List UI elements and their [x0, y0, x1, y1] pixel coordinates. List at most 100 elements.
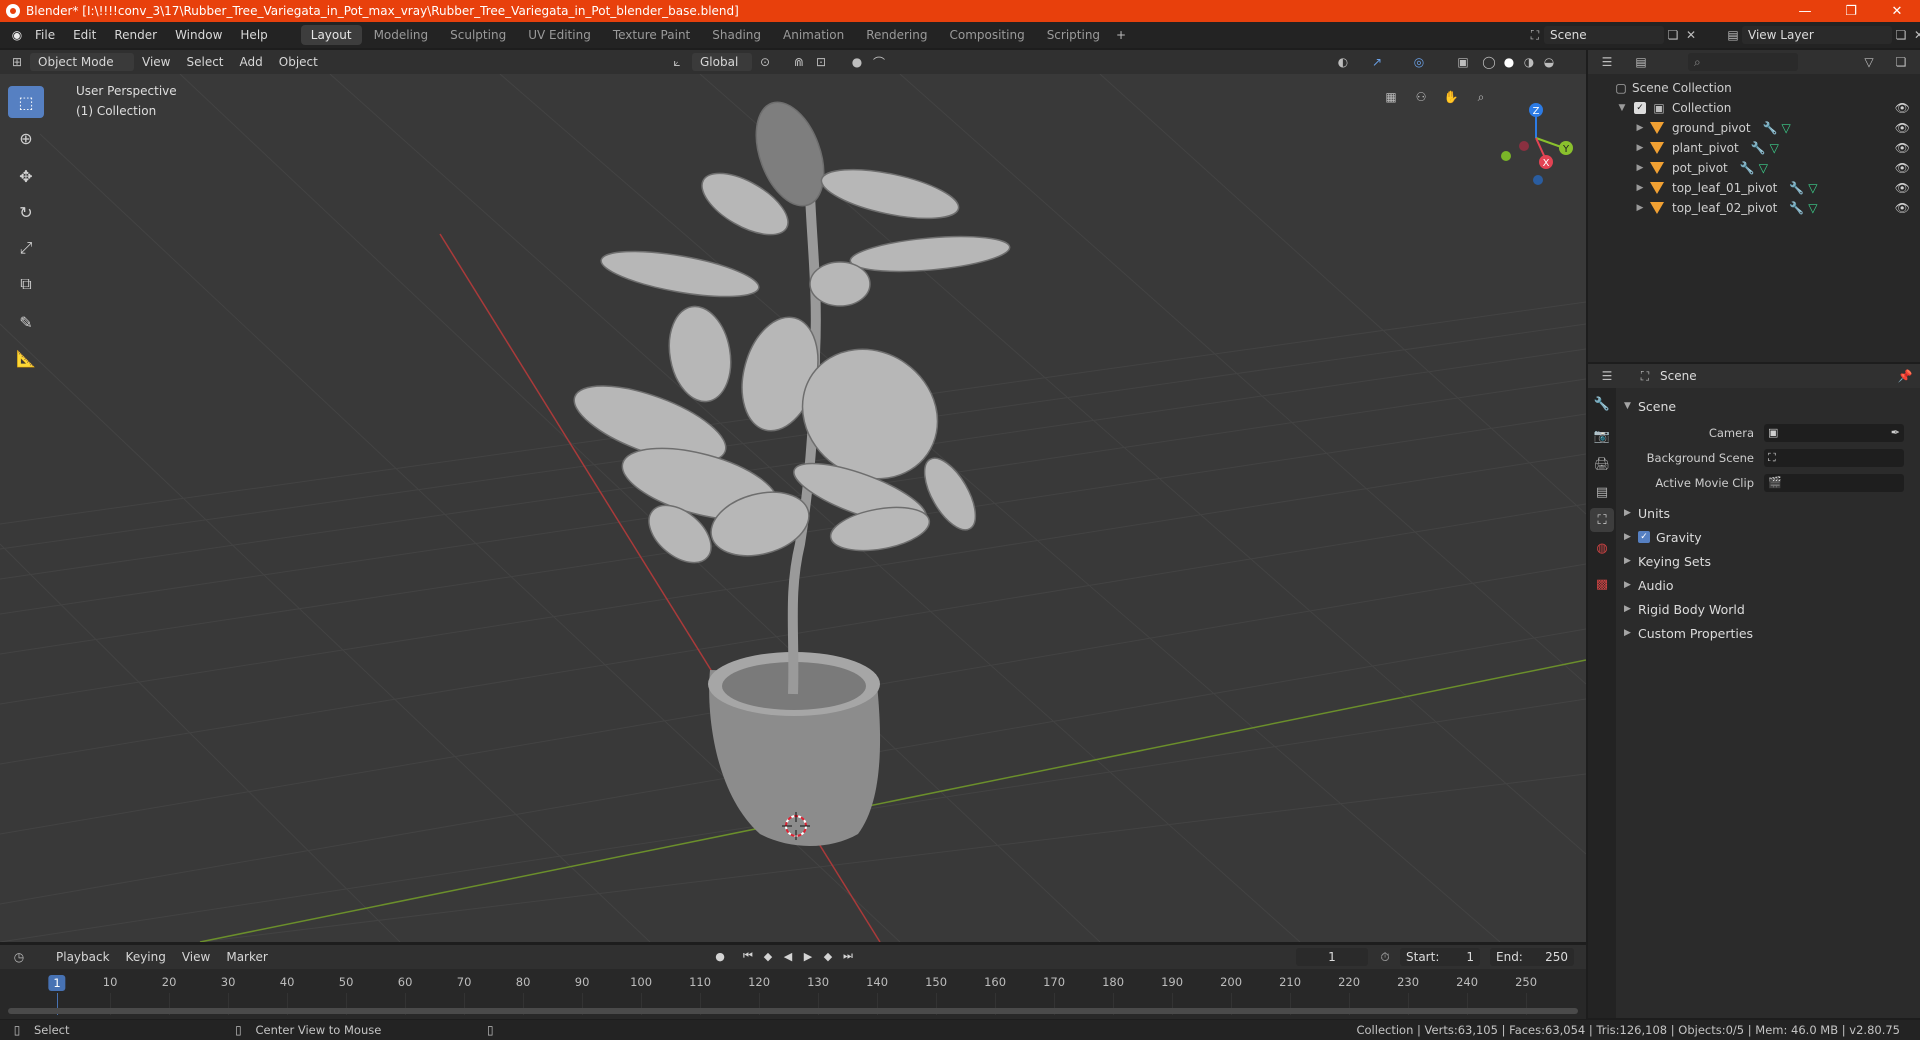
scene-collection-row[interactable]: ▢ Scene Collection	[1588, 78, 1920, 98]
menu-file[interactable]: File	[26, 22, 64, 48]
frame-tick-label[interactable]: 160	[984, 975, 1006, 989]
view-layer-tab-icon[interactable]: ▤	[1590, 480, 1614, 504]
frame-tick-label[interactable]: 110	[689, 975, 711, 989]
gizmo-icon[interactable]: ↗	[1368, 53, 1386, 71]
frame-tick-label[interactable]: 30	[221, 975, 236, 989]
rigid-body-world-panel-header[interactable]: ▶ Rigid Body World	[1616, 597, 1920, 621]
new-collection-icon[interactable]: ❏	[1892, 53, 1910, 71]
move-tool-icon[interactable]: ✥	[8, 160, 44, 192]
material-shading-icon[interactable]: ◑	[1520, 53, 1538, 71]
frame-tick-label[interactable]: 210	[1279, 975, 1301, 989]
select-box-tool-icon[interactable]: ⬚	[8, 86, 44, 118]
background-scene-field[interactable]: ⛶	[1764, 448, 1904, 467]
rubber-tree-model[interactable]	[565, 93, 1011, 846]
falloff-icon[interactable]: ⌒	[870, 53, 888, 71]
eye-icon[interactable]: 👁	[1895, 141, 1910, 155]
mesh-data-icon[interactable]: ▽	[1808, 201, 1817, 215]
timeline-editor-type-icon[interactable]: ◷	[10, 948, 28, 966]
next-keyframe-icon[interactable]: ◆	[818, 950, 838, 963]
view-layer-field[interactable]: View Layer	[1742, 26, 1892, 44]
blender-menu-icon[interactable]: ◉	[8, 26, 26, 44]
list-item[interactable]: ▶ ground_pivot 🔧 ▽ 👁	[1588, 118, 1920, 138]
prev-keyframe-icon[interactable]: ◆	[758, 950, 778, 963]
frame-tick-label[interactable]: 140	[866, 975, 888, 989]
delete-scene-icon[interactable]: ✕	[1682, 26, 1700, 44]
audio-panel-header[interactable]: ▶ Audio	[1616, 573, 1920, 597]
outliner-editor-type-icon[interactable]: ☰	[1598, 53, 1616, 71]
tab-texture-paint[interactable]: Texture Paint	[603, 25, 700, 45]
play-reverse-icon[interactable]: ◀	[778, 950, 798, 963]
frame-tick-label[interactable]: 180	[1102, 975, 1124, 989]
frame-tick-label[interactable]: 250	[1515, 975, 1537, 989]
transform-tool-icon[interactable]: ⧉	[8, 268, 44, 300]
modifier-icon[interactable]: 🔧	[1789, 181, 1804, 195]
outliner-search-input[interactable]: ⌕	[1688, 53, 1798, 71]
mesh-data-icon[interactable]: ▽	[1808, 181, 1817, 195]
tab-rendering[interactable]: Rendering	[856, 25, 937, 45]
visibility-icon[interactable]: ◐	[1334, 53, 1352, 71]
record-icon[interactable]: ●	[710, 950, 730, 963]
scale-tool-icon[interactable]: ⤢	[8, 232, 44, 264]
measure-tool-icon[interactable]: 📐	[8, 342, 44, 374]
collection-checkbox[interactable]: ✓	[1634, 102, 1646, 114]
units-panel-header[interactable]: ▶ Units	[1616, 501, 1920, 525]
annotate-tool-icon[interactable]: ✎	[8, 306, 44, 338]
tab-shading[interactable]: Shading	[702, 25, 771, 45]
menu-render[interactable]: Render	[105, 22, 166, 48]
tab-modeling[interactable]: Modeling	[364, 25, 439, 45]
object-mode-dropdown[interactable]: Object Mode	[30, 53, 134, 71]
menu-edit[interactable]: Edit	[64, 22, 105, 48]
texture-tab-icon[interactable]: ▩	[1590, 572, 1614, 596]
expand-icon[interactable]: ▶	[1634, 183, 1646, 193]
play-icon[interactable]: ▶	[798, 950, 818, 963]
xray-icon[interactable]: ▣	[1454, 53, 1472, 71]
expand-icon[interactable]: ▶	[1634, 143, 1646, 153]
3d-viewport[interactable]: Z Y X User Perspective (1) Collection ▦ …	[0, 74, 1586, 942]
mesh-data-icon[interactable]: ▽	[1759, 161, 1768, 175]
current-frame-field[interactable]: 1	[1296, 948, 1368, 966]
wireframe-shading-icon[interactable]: ◯	[1480, 53, 1498, 71]
modifier-icon[interactable]: 🔧	[1751, 141, 1766, 155]
frame-tick-label[interactable]: 190	[1161, 975, 1183, 989]
custom-properties-panel-header[interactable]: ▶ Custom Properties	[1616, 621, 1920, 645]
expand-icon[interactable]: ▶	[1634, 123, 1646, 133]
mesh-data-icon[interactable]: ▽	[1770, 141, 1779, 155]
timeline-scrollbar[interactable]	[8, 1008, 1578, 1014]
view-layer-selector[interactable]: ▤ View Layer ❏ ✕	[1724, 26, 1920, 44]
toggle-ortho-icon[interactable]: ▦	[1382, 88, 1400, 106]
frame-tick-label[interactable]: 230	[1397, 975, 1419, 989]
menu-view[interactable]: View	[134, 55, 178, 69]
frame-tick-label[interactable]: 150	[925, 975, 947, 989]
active-movie-clip-field[interactable]: 🎬	[1764, 473, 1904, 492]
frame-tick-label[interactable]: 20	[162, 975, 177, 989]
eye-icon[interactable]: 👁	[1895, 121, 1910, 135]
end-frame-field[interactable]: End: 250	[1490, 948, 1574, 966]
menu-help[interactable]: Help	[231, 22, 276, 48]
eye-icon[interactable]: 👁	[1895, 201, 1910, 215]
delete-view-layer-icon[interactable]: ✕	[1910, 26, 1920, 44]
frame-tick-label[interactable]: 100	[630, 975, 652, 989]
menu-timeline-view[interactable]: View	[174, 950, 218, 964]
frame-tick-label[interactable]: 220	[1338, 975, 1360, 989]
current-frame-indicator[interactable]: 1	[48, 975, 66, 991]
scene-selector[interactable]: ⛶ Scene ❏ ✕	[1526, 26, 1700, 44]
pan-hand-icon[interactable]: ✋	[1442, 88, 1460, 106]
output-tab-icon[interactable]: 🖨	[1590, 452, 1614, 476]
zoom-icon[interactable]: ⌕	[1472, 88, 1490, 106]
editor-type-icon[interactable]: ⊞	[8, 53, 26, 71]
render-tab-icon[interactable]: 📷	[1590, 424, 1614, 448]
keying-sets-panel-header[interactable]: ▶ Keying Sets	[1616, 549, 1920, 573]
world-tab-icon[interactable]: ◍	[1590, 536, 1614, 560]
menu-marker[interactable]: Marker	[218, 950, 275, 964]
add-workspace-icon[interactable]: +	[1112, 26, 1130, 44]
modifier-icon[interactable]: 🔧	[1740, 161, 1755, 175]
menu-select[interactable]: Select	[178, 55, 231, 69]
modifier-icon[interactable]: 🔧	[1789, 201, 1804, 215]
tab-uv-editing[interactable]: UV Editing	[518, 25, 601, 45]
snap-target-icon[interactable]: ⊡	[812, 53, 830, 71]
overlay-icon[interactable]: ◎	[1410, 53, 1428, 71]
tab-animation[interactable]: Animation	[773, 25, 854, 45]
menu-object[interactable]: Object	[271, 55, 326, 69]
frame-tick-label[interactable]: 70	[457, 975, 472, 989]
jump-start-icon[interactable]: ⏮	[738, 949, 758, 963]
